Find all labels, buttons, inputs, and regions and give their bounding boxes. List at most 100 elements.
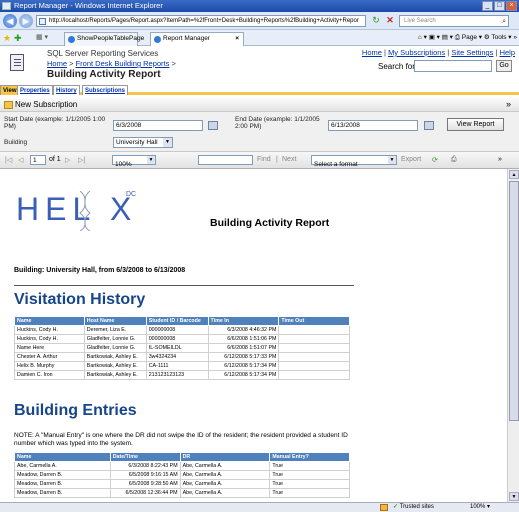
- search-icon[interactable]: ⌕: [502, 16, 506, 27]
- back-icon[interactable]: ◀: [3, 14, 17, 28]
- table-header: Manual Entry?: [269, 452, 350, 462]
- zoom-select[interactable]: 100% ▼: [112, 155, 156, 168]
- entries-table: Name Date/Time DR Manual Entry? Abe, Car…: [14, 452, 350, 498]
- refresh-report-icon[interactable]: ⟳: [432, 156, 438, 164]
- table-row: Meadow, Darren B. 6/5/2008 9:16:15 AM Abe,…: [14, 470, 350, 480]
- divider: [14, 285, 354, 286]
- url-input[interactable]: http://localhost/Reports/Pages/Report.as…: [36, 15, 366, 27]
- ie-icon: [2, 2, 11, 10]
- table-header: Host Name: [83, 316, 147, 326]
- home-link[interactable]: Home: [362, 48, 382, 57]
- table-row: Abe, Carmella A. 6/3/2008 8:22:43 PM Abe, …: [14, 461, 350, 471]
- close-tab-icon[interactable]: ×: [235, 33, 239, 45]
- visitation-table: Name Host Name Student ID / Barcode Time…: [14, 316, 350, 380]
- end-date-label: End Date (example: 1/1/2005 2:00 PM): [235, 116, 320, 130]
- page-number-input[interactable]: 1: [30, 155, 46, 165]
- top-links: Home | My Subscriptions | Site Settings …: [361, 48, 515, 57]
- help-link[interactable]: Help: [500, 48, 515, 57]
- tab-subscriptions[interactable]: Subscriptions: [82, 85, 129, 95]
- table-row: Huckins, Cody H. Deremer, Liza E. 00000000…: [14, 325, 350, 335]
- table-header: DR: [179, 452, 271, 462]
- collapse-icon[interactable]: »: [506, 99, 511, 109]
- scroll-down-icon[interactable]: ▼: [509, 492, 519, 501]
- table-header: Student ID / Barcode: [145, 316, 209, 326]
- table-header: Name: [14, 316, 85, 326]
- breadcrumb-home[interactable]: Home: [47, 59, 67, 68]
- refresh-icon[interactable]: ↻: [370, 15, 382, 27]
- tab-report-manager[interactable]: Report Manager ×: [150, 32, 244, 46]
- print-icon[interactable]: ⎙: [451, 156, 457, 164]
- stop-icon[interactable]: ✕: [384, 15, 396, 27]
- start-date-input[interactable]: 6/3/2008: [113, 120, 203, 131]
- minimize-button[interactable]: _: [482, 1, 493, 11]
- building-line: Building: University Hall, from 6/3/2008…: [14, 267, 186, 274]
- end-date-input[interactable]: 6/13/2008: [328, 120, 418, 131]
- zoom-control[interactable]: 100% ▾: [470, 503, 490, 512]
- go-button[interactable]: Go: [496, 60, 512, 72]
- chevron-down-icon[interactable]: ▼: [147, 156, 155, 164]
- table-header: Time In: [207, 316, 280, 326]
- search-label: Search for:: [378, 62, 418, 71]
- security-icon: [380, 504, 388, 511]
- table-header: Time Out: [278, 316, 350, 326]
- tab-list-icon[interactable]: ▦ ▾: [36, 33, 48, 41]
- calendar-icon[interactable]: [424, 121, 434, 130]
- table-row: Huckins, Cody H. Gladfelter, Lonnie G. 000…: [14, 334, 350, 344]
- building-select[interactable]: University Hall ▼: [113, 137, 173, 148]
- subscription-bar: New Subscription »: [0, 98, 519, 112]
- page-title: Building Activity Report: [47, 69, 161, 80]
- maximize-button[interactable]: □: [494, 1, 505, 11]
- collapse-toolbar-icon[interactable]: »: [498, 156, 502, 163]
- table-row: Name Here Gladfelter, Lonnie G. IL-SOMEILD…: [14, 343, 350, 353]
- tab-page-icon: [68, 36, 75, 43]
- tab-properties[interactable]: Properties: [17, 85, 53, 95]
- view-tabs: View Properties History Subscriptions: [0, 84, 519, 95]
- window-titlebar: Report Manager - Windows Internet Explor…: [0, 0, 519, 12]
- chevron-down-icon[interactable]: ▼: [163, 138, 172, 147]
- last-page-icon[interactable]: ▷|: [78, 156, 85, 164]
- site-settings-link[interactable]: Site Settings: [451, 48, 493, 57]
- add-favorites-icon[interactable]: ✚: [14, 33, 22, 44]
- forward-icon[interactable]: ▶: [19, 14, 33, 28]
- rs-search-input[interactable]: [414, 60, 492, 72]
- rs-header: SQL Server Reporting Services Home > Fro…: [0, 46, 519, 84]
- table-row: Chester A. Arthur Bartkowiak, Ashley E. 3w…: [14, 352, 350, 362]
- browser-search-input[interactable]: Live Search ⌕: [399, 15, 509, 27]
- view-report-button[interactable]: View Report: [447, 118, 504, 131]
- chevron-down-icon[interactable]: ▼: [388, 156, 396, 164]
- table-row: Meadow, Darren B. 6/5/2008 12:36:44 PM Abe…: [14, 488, 350, 498]
- new-subscription-link[interactable]: New Subscription: [15, 100, 77, 109]
- report-scrollbar[interactable]: ▲ ▼: [507, 169, 519, 502]
- export-format-select[interactable]: Select a format ▼: [311, 155, 397, 168]
- rs-title: SQL Server Reporting Services: [47, 49, 159, 58]
- favorites-star-icon[interactable]: ★: [3, 33, 11, 44]
- start-date-label: Start Date (example: 1/1/2005 1:00 PM): [4, 116, 106, 130]
- find-input[interactable]: [198, 155, 253, 165]
- tab-history[interactable]: History: [53, 85, 80, 95]
- zone-label: Trusted sites: [393, 503, 434, 512]
- table-header: Date/Time: [109, 452, 181, 462]
- tab-showpeople[interactable]: ShowPeopleTablePage: [64, 32, 144, 46]
- tab-bar: ★ ✚ ▦ ▾ ShowPeopleTablePage Report Manag…: [0, 30, 519, 46]
- breadcrumb-folder[interactable]: Front Desk Building Reports: [76, 59, 170, 68]
- scroll-up-icon[interactable]: ▲: [509, 170, 519, 179]
- helix-dna-icon: [79, 191, 91, 231]
- command-bar[interactable]: ⌂ ▾ ▣ ▾ ▤ ▾ ⎙ Page ▾ ⚙ Tools ▾ »: [418, 33, 517, 42]
- tab-page-icon: [154, 36, 161, 43]
- breadcrumb: Home > Front Desk Building Reports >: [47, 59, 176, 68]
- find-next-link[interactable]: Next: [282, 156, 296, 163]
- find-link[interactable]: Find: [257, 156, 271, 163]
- report-toolbar: |◁ ◁ 1 of 1 ▷ ▷| 100% ▼ Find | Next Sele…: [0, 152, 519, 169]
- page-icon: [39, 18, 46, 25]
- close-window-button[interactable]: ×: [506, 1, 517, 11]
- export-link[interactable]: Export: [401, 156, 421, 163]
- prev-page-icon[interactable]: ◁: [18, 156, 23, 164]
- first-page-icon[interactable]: |◁: [5, 156, 12, 164]
- scroll-thumb[interactable]: [509, 181, 519, 421]
- my-subscriptions-link[interactable]: My Subscriptions: [388, 48, 445, 57]
- next-page-icon[interactable]: ▷: [65, 156, 70, 164]
- calendar-icon[interactable]: [208, 121, 218, 130]
- helix-dc-label: DC: [126, 191, 137, 198]
- status-bar: Trusted sites 100% ▾: [0, 502, 519, 512]
- entries-heading: Building Entries: [14, 402, 137, 419]
